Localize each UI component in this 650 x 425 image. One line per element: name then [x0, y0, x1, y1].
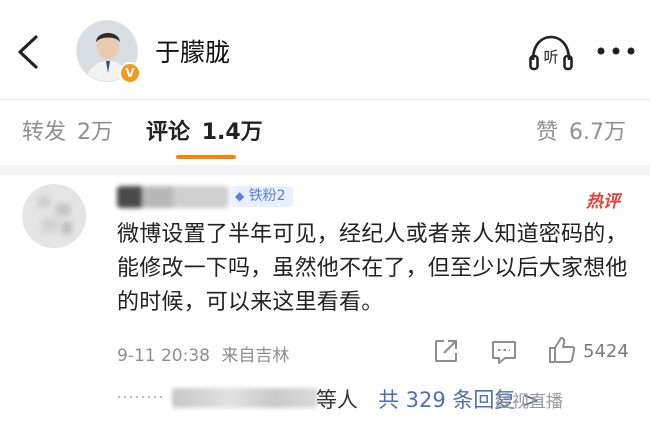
fan-diamond-icon: ◆: [235, 189, 245, 203]
comment-location: 来自吉林: [221, 346, 290, 366]
listen-label: 听: [543, 48, 558, 66]
back-arrow-icon[interactable]: [14, 34, 44, 70]
fan-badge-label: 铁粉2: [248, 188, 286, 204]
tab-repost[interactable]: 转发 2万: [22, 114, 113, 146]
active-tab-indicator: [176, 155, 236, 159]
comment-icon[interactable]: [490, 339, 518, 365]
tab-repost-label: 转发: [22, 120, 67, 145]
commenter-avatar[interactable]: [22, 184, 86, 248]
verified-v-icon: V: [119, 62, 141, 84]
share-icon[interactable]: [433, 338, 459, 364]
commenter-name-redacted: [117, 186, 229, 208]
comment-like-count: 5424: [583, 341, 629, 362]
user-avatar[interactable]: V: [76, 20, 141, 84]
tab-repost-count: 2万: [77, 120, 114, 145]
fan-badge: ◆ 铁粉2: [231, 186, 293, 207]
like-icon[interactable]: [547, 336, 577, 364]
replier-names-redacted: [172, 388, 318, 408]
top-bar: V 于朦胧 听: [0, 0, 650, 100]
reply-who-suffix: 等人: [316, 388, 358, 412]
more-icon[interactable]: [596, 46, 636, 56]
comment-meta: 9-11 20:38 来自吉林: [117, 341, 289, 366]
listen-icon[interactable]: 听: [528, 34, 574, 72]
section-separator: [0, 165, 650, 175]
comment-time: 9-11 20:38: [117, 346, 210, 366]
tab-bar: 转发 2万 评论 1.4万 赞 6.7万: [0, 100, 650, 162]
watermark-text: 经视直播: [495, 392, 563, 412]
hot-comment-tag: 热评: [586, 192, 620, 212]
tab-comments[interactable]: 评论 1.4万: [146, 114, 263, 146]
tab-likes-label: 赞: [536, 120, 559, 145]
comment-text[interactable]: 微博设置了半年可见，经纪人或者亲人知道密码的，能修改一下吗，虽然他不在了，但至少…: [117, 218, 637, 320]
tab-likes[interactable]: 赞 6.7万: [536, 114, 626, 146]
reply-summary: 等人 共 329 条回复 > 经视直播: [112, 370, 642, 425]
tab-likes-count: 6.7万: [569, 120, 627, 145]
tab-comments-label: 评论: [146, 120, 191, 145]
tab-comments-count: 1.4万: [201, 120, 263, 145]
username[interactable]: 于朦胧: [155, 33, 230, 69]
reply-dots-decoration: [118, 396, 164, 398]
